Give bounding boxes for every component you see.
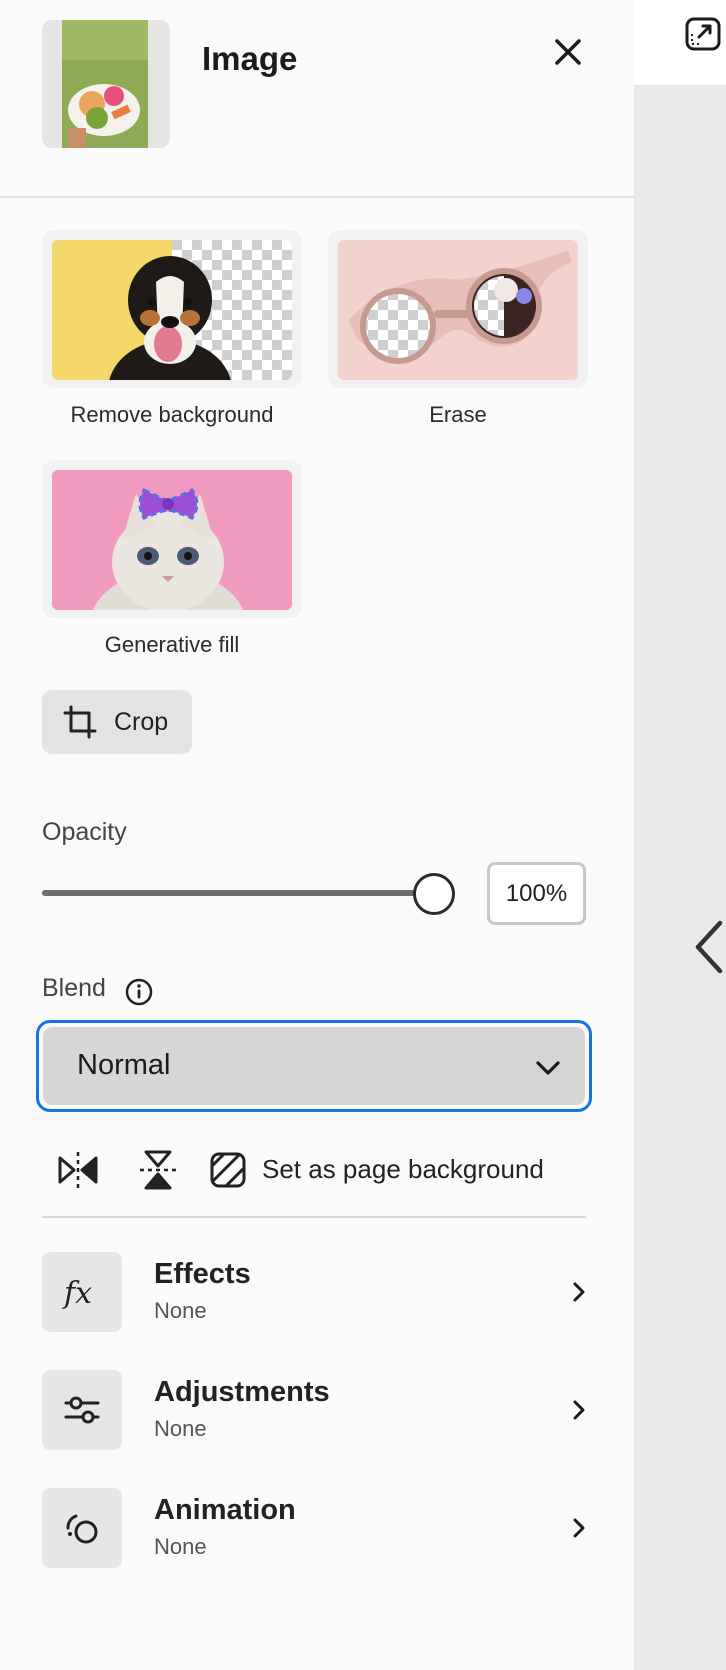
- close-button[interactable]: [548, 32, 588, 72]
- collapse-panel-button[interactable]: [690, 915, 726, 979]
- remove-background-card[interactable]: [42, 230, 302, 388]
- animation-row[interactable]: Animation None: [42, 1488, 592, 1568]
- generative-fill-label: Generative fill: [104, 632, 240, 657]
- flip-horizontal-button[interactable]: [56, 1148, 100, 1192]
- erase-card[interactable]: [328, 230, 588, 388]
- flip-horizontal-icon: [58, 1152, 98, 1188]
- opacity-slider-track[interactable]: [42, 890, 434, 896]
- animation-value: None: [154, 1534, 207, 1559]
- chevron-down-icon: [536, 1061, 560, 1075]
- set-as-page-background-button[interactable]: Set as page background: [208, 1146, 548, 1194]
- info-icon[interactable]: [124, 977, 154, 1007]
- crop-icon: [63, 705, 97, 739]
- header-divider: [0, 196, 634, 198]
- open-external-button[interactable]: [684, 16, 722, 52]
- svg-text:fx: fx: [62, 1276, 92, 1311]
- flip-vertical-icon: [140, 1150, 176, 1190]
- opacity-slider-thumb[interactable]: [413, 873, 455, 915]
- blend-mode-dropdown[interactable]: Normal: [36, 1020, 592, 1112]
- panel-title: Image: [202, 40, 298, 77]
- remove-background-preview: [52, 240, 292, 380]
- erase-preview: [338, 240, 578, 380]
- effects-tile: fx: [42, 1252, 122, 1332]
- image-thumbnail: [42, 20, 170, 148]
- animation-label: Animation: [154, 1494, 296, 1526]
- opacity-value-field[interactable]: 100%: [487, 862, 586, 925]
- close-icon: [555, 39, 581, 65]
- chevron-right-icon: [573, 1518, 585, 1538]
- blend-label: Blend: [42, 974, 106, 1002]
- crop-button[interactable]: Crop: [42, 690, 192, 754]
- effects-value: None: [154, 1298, 207, 1323]
- erase-label: Erase: [429, 402, 487, 427]
- effects-label: Effects: [154, 1258, 251, 1290]
- generative-fill-card[interactable]: [42, 460, 302, 618]
- remove-background-label: Remove background: [70, 402, 274, 427]
- animation-tile: [42, 1488, 122, 1568]
- image-properties-panel: Image Remove background Erase Generative…: [0, 0, 634, 1670]
- adjustments-row[interactable]: Adjustments None: [42, 1370, 592, 1450]
- blend-mode-value: Normal: [77, 1049, 171, 1081]
- chevron-right-icon: [573, 1400, 585, 1420]
- crop-label: Crop: [114, 708, 169, 736]
- adjustments-label: Adjustments: [154, 1376, 330, 1408]
- canvas-area: [634, 0, 726, 1670]
- background-pattern-icon: [210, 1152, 246, 1188]
- open-external-icon: [685, 17, 721, 51]
- effects-row[interactable]: fx Effects None: [42, 1252, 592, 1332]
- adjustments-value: None: [154, 1416, 207, 1441]
- chevron-right-icon: [573, 1282, 585, 1302]
- adjustments-tile: [42, 1370, 122, 1450]
- flip-vertical-button[interactable]: [136, 1148, 180, 1192]
- opacity-label: Opacity: [42, 818, 127, 846]
- sliders-icon: [64, 1396, 100, 1424]
- fx-icon: fx: [62, 1276, 92, 1311]
- animation-icon: [66, 1514, 98, 1544]
- chevron-left-icon: [695, 920, 723, 974]
- generative-fill-preview: [52, 470, 292, 610]
- set-as-page-background-label: Set as page background: [262, 1154, 544, 1184]
- section-divider: [42, 1216, 586, 1218]
